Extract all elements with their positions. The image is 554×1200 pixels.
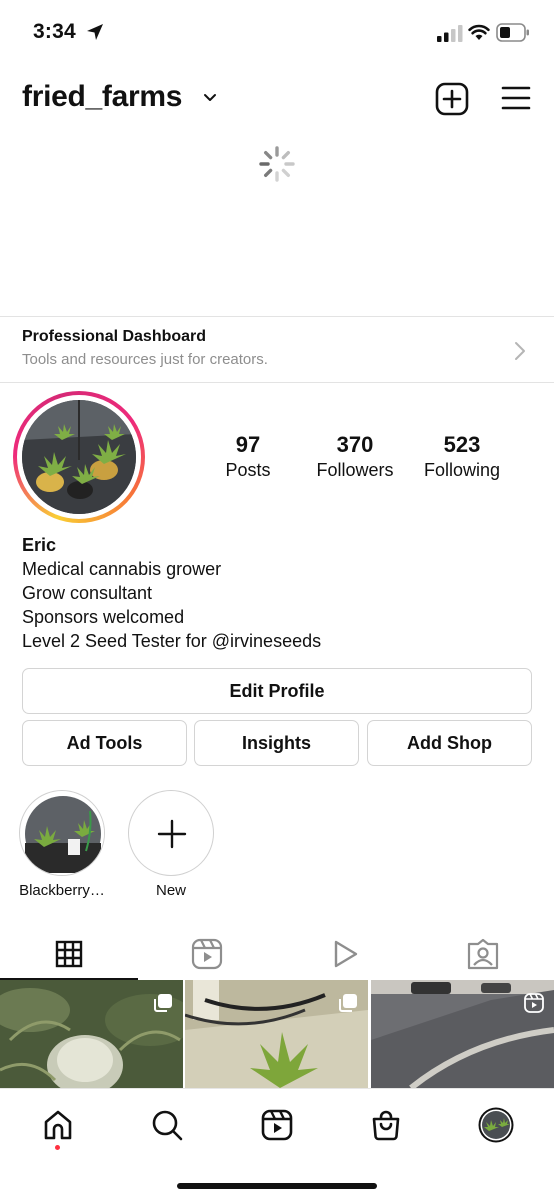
reels-icon	[191, 938, 223, 970]
tagged-icon	[467, 938, 499, 970]
notification-dot	[55, 1145, 60, 1150]
menu-icon[interactable]	[501, 85, 531, 111]
dashboard-title: Professional Dashboard	[22, 328, 207, 345]
shop-icon	[372, 1110, 400, 1141]
insights-button[interactable]: Insights	[194, 720, 359, 766]
nav-shop[interactable]	[366, 1105, 406, 1145]
reels-icon	[261, 1109, 293, 1141]
profile-avatar-icon	[478, 1107, 514, 1143]
bio-line-mention[interactable]: Level 2 Seed Tester for @irvineseeds	[22, 629, 542, 653]
chevron-down-icon[interactable]	[203, 93, 217, 103]
highlight-cover	[19, 790, 105, 876]
nav-reels[interactable]	[257, 1105, 297, 1145]
grow-tent-photo	[22, 400, 136, 514]
multiple-photos-icon	[339, 994, 357, 1012]
new-highlight-button[interactable]: New	[121, 790, 221, 899]
profile-avatar	[22, 400, 136, 514]
cellular-signal-icon	[437, 25, 463, 42]
bio-line: Sponsors welcomed	[22, 607, 185, 627]
post-thumbnail[interactable]	[0, 980, 183, 1088]
stat-label: Posts	[225, 460, 271, 480]
home-icon	[44, 1110, 72, 1140]
home-indicator-bar	[177, 1183, 377, 1189]
profile-content-tabs	[0, 928, 554, 980]
tab-videos[interactable]	[276, 928, 414, 980]
post-thumbnail[interactable]	[371, 980, 554, 1088]
play-icon	[334, 940, 358, 968]
multiple-photos-icon	[154, 994, 172, 1012]
stat-value: 523	[443, 432, 481, 457]
dashboard-subtitle: Tools and resources just for creators.	[22, 351, 268, 368]
grid-icon	[55, 940, 83, 968]
tab-tagged[interactable]	[414, 928, 552, 980]
plus-icon	[157, 819, 187, 849]
ad-tools-button[interactable]: Ad Tools	[22, 720, 187, 766]
create-post-icon[interactable]	[435, 82, 469, 116]
posts-count[interactable]: 97 Posts	[193, 432, 303, 481]
tab-reels[interactable]	[138, 928, 276, 980]
battery-icon	[496, 23, 529, 42]
wifi-icon	[468, 24, 490, 40]
search-icon	[152, 1110, 183, 1141]
nav-search[interactable]	[147, 1105, 187, 1145]
loading-spinner-icon	[259, 146, 295, 182]
reel-icon	[524, 993, 544, 1013]
bio-line: Medical cannabis grower	[22, 559, 222, 579]
post-thumbnail[interactable]	[185, 980, 368, 1088]
profile-avatar-story-ring[interactable]	[13, 391, 145, 523]
nav-home[interactable]	[38, 1105, 78, 1145]
location-arrow-icon	[87, 24, 103, 40]
followers-count[interactable]: 370 Followers	[300, 432, 410, 481]
bio-line: Grow consultant	[22, 583, 153, 603]
posts-grid	[0, 980, 554, 1088]
highlight-label: New	[155, 882, 186, 899]
stat-value: 97	[235, 432, 261, 457]
account-username[interactable]: fried_farms	[22, 80, 182, 114]
professional-dashboard-row[interactable]: Professional Dashboard Tools and resourc…	[0, 316, 554, 383]
following-count[interactable]: 523 Following	[407, 432, 517, 481]
tab-posts-grid[interactable]	[0, 928, 138, 980]
new-highlight-circle	[128, 790, 214, 876]
nav-profile[interactable]	[476, 1105, 516, 1145]
add-shop-button[interactable]: Add Shop	[367, 720, 532, 766]
stat-value: 370	[336, 432, 374, 457]
stat-label: Following	[423, 460, 501, 480]
stat-label: Followers	[316, 460, 394, 480]
highlight-cover-photo	[21, 792, 104, 875]
profile-header: fried_farms	[0, 76, 554, 122]
highlight-label: Blackberry…	[19, 882, 105, 899]
status-time: 3:34	[33, 20, 76, 43]
profile-bio: Eric Medical cannabis grower Grow consul…	[22, 533, 542, 653]
story-highlight-blackberry[interactable]: Blackberry…	[12, 790, 112, 899]
status-bar: 3:34	[0, 0, 554, 66]
display-name: Eric	[22, 535, 57, 555]
chevron-right-icon	[515, 342, 525, 360]
edit-profile-button[interactable]: Edit Profile	[22, 668, 532, 714]
